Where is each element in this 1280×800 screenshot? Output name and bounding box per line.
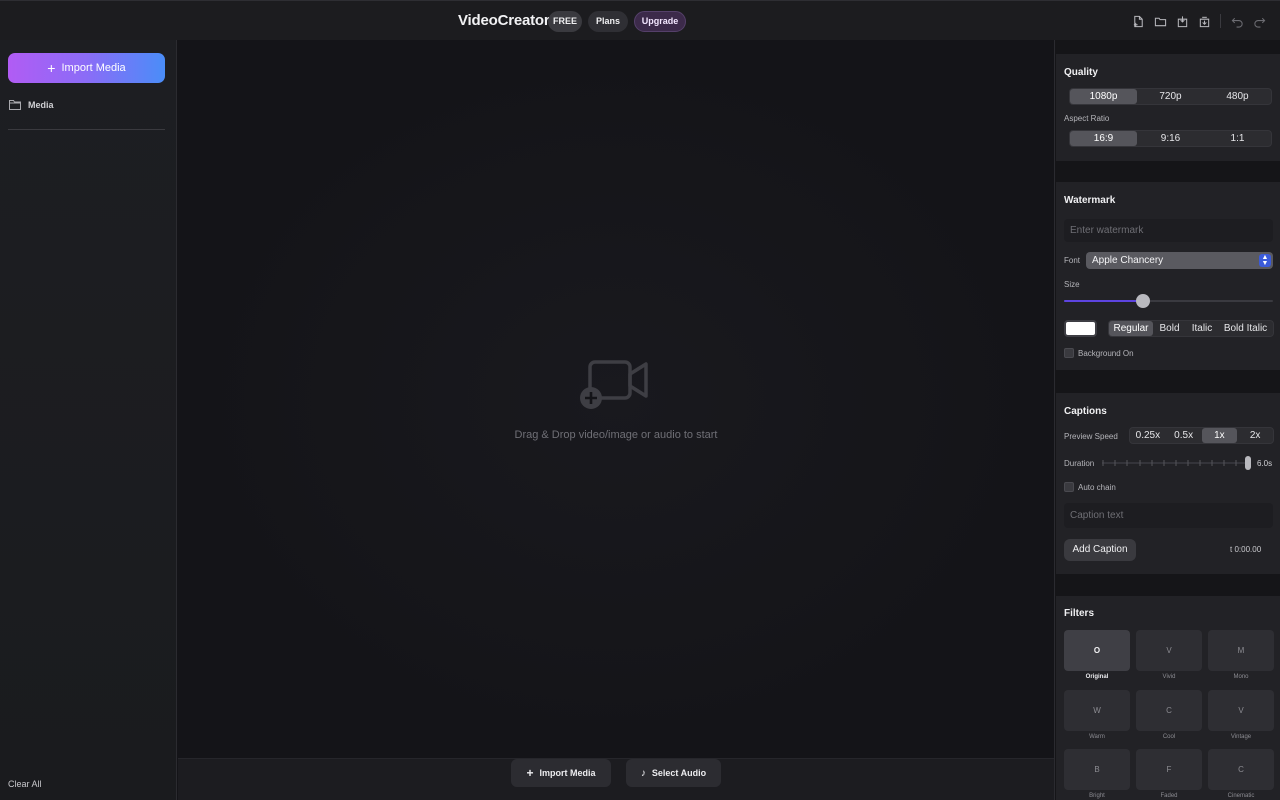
size-label: Size (1064, 280, 1080, 289)
bottom-import-label: Import Media (539, 768, 596, 778)
watermark-card: Watermark (1056, 182, 1280, 370)
app-title: VideoCreator (458, 12, 550, 29)
plus-icon: + (526, 766, 534, 780)
filter-vintage[interactable]: V (1208, 690, 1274, 731)
quality-title: Quality (1064, 67, 1098, 78)
background-on-label: Background On (1078, 349, 1134, 358)
add-video-icon (580, 360, 648, 409)
select-arrows-icon: ▲ ▼ (1259, 254, 1271, 267)
background-on-checkbox[interactable] (1064, 348, 1074, 358)
auto-chain-checkbox[interactable] (1064, 482, 1074, 492)
undo-icon[interactable] (1226, 13, 1248, 29)
filter-mono-label: Mono (1233, 674, 1249, 680)
captions-title: Captions (1064, 406, 1107, 417)
media-folder-item[interactable]: Media (9, 99, 54, 110)
style-bold[interactable]: Bold (1153, 321, 1186, 336)
speed-option-2x[interactable]: 2x (1237, 428, 1273, 443)
filter-warm[interactable]: W (1064, 690, 1130, 731)
filter-mono[interactable]: M (1208, 630, 1274, 671)
aspect-option-9-16[interactable]: 9:16 (1137, 131, 1204, 146)
media-sidebar: + Import Media Media Clear All (0, 40, 177, 800)
font-select-value: Apple Chancery (1092, 255, 1164, 266)
aspect-option-1-1[interactable]: 1:1 (1204, 131, 1271, 146)
caption-timecode: t 0:00.00 (1230, 545, 1262, 554)
speed-option-0-25x[interactable]: 0.25x (1130, 428, 1166, 443)
quality-option-1080p[interactable]: 1080p (1070, 89, 1137, 104)
filter-bright[interactable]: B (1064, 749, 1130, 790)
speed-option-1x[interactable]: 1x (1201, 428, 1238, 443)
auto-chain-label: Auto chain (1078, 483, 1116, 492)
music-note-icon: ♪ (640, 767, 646, 779)
duration-label: Duration (1064, 459, 1095, 468)
filter-warm-label: Warm (1089, 734, 1105, 740)
save-icon[interactable] (1171, 13, 1193, 29)
import-media-label: Import Media (61, 62, 126, 74)
speed-option-0-5x[interactable]: 0.5x (1166, 428, 1202, 443)
filter-vivid[interactable]: V (1136, 630, 1202, 671)
duration-value: 6.0s (1257, 459, 1273, 468)
import-media-button[interactable]: + Import Media (8, 53, 165, 83)
watermark-input[interactable]: Enter watermark (1064, 219, 1273, 242)
size-slider-fill (1064, 300, 1143, 302)
drop-hint: Drag & Drop video/image or audio to star… (514, 429, 718, 441)
quality-option-720p[interactable]: 720p (1137, 89, 1204, 104)
aspect-option-16-9[interactable]: 16:9 (1070, 131, 1137, 146)
upgrade-button[interactable]: Upgrade (634, 11, 686, 32)
watermark-color-swatch[interactable] (1064, 320, 1097, 337)
font-label: Font (1064, 256, 1081, 265)
filter-original[interactable]: O (1064, 630, 1130, 671)
filter-vintage-label: Vintage (1230, 734, 1252, 740)
filter-cool[interactable]: C (1136, 690, 1202, 731)
toolbar-separator (1220, 14, 1221, 28)
preview-speed-selector[interactable]: 0.25x 0.5x 1x 2x (1129, 427, 1274, 444)
bottom-import-media-button[interactable]: + Import Media (511, 759, 611, 787)
open-folder-icon[interactable] (1149, 13, 1171, 29)
select-audio-label: Select Audio (651, 768, 707, 778)
style-italic[interactable]: Italic (1186, 321, 1218, 336)
caption-text-input[interactable]: Caption text (1064, 503, 1273, 528)
free-badge: FREE (548, 11, 582, 32)
duration-slider-knob[interactable] (1245, 456, 1251, 470)
font-select[interactable]: Apple Chancery ▲ ▼ (1086, 252, 1273, 269)
filter-cinematic[interactable]: C (1208, 749, 1274, 790)
quality-option-480p[interactable]: 480p (1204, 89, 1271, 104)
filter-bright-label: Bright (1089, 793, 1105, 799)
top-bar: VideoCreator FREE Plans Upgrade (0, 0, 1280, 40)
style-bold-italic[interactable]: Bold Italic (1218, 321, 1273, 336)
aspect-ratio-selector[interactable]: 16:9 9:16 1:1 (1069, 130, 1272, 147)
filters-title: Filters (1064, 608, 1095, 619)
duration-slider[interactable] (1102, 458, 1248, 468)
filter-vivid-label: Vivid (1162, 674, 1176, 680)
bottom-bar (178, 758, 1054, 800)
toolbar-icons (1127, 13, 1270, 29)
font-style-selector[interactable]: Regular Bold Italic Bold Italic (1108, 320, 1274, 337)
filter-original-label: Original (1085, 674, 1109, 680)
plus-icon: + (47, 60, 56, 76)
preview-speed-label: Preview Speed (1064, 432, 1118, 441)
size-slider-knob[interactable] (1136, 294, 1150, 308)
quality-selector[interactable]: 1080p 720p 480p (1069, 88, 1272, 105)
filter-faded-label: Faded (1160, 793, 1178, 799)
filter-faded[interactable]: F (1136, 749, 1202, 790)
style-regular[interactable]: Regular (1109, 321, 1153, 336)
clear-all-button[interactable]: Clear All (8, 779, 42, 789)
export-icon[interactable] (1193, 13, 1215, 29)
add-caption-button[interactable]: Add Caption (1064, 539, 1136, 561)
filter-cool-label: Cool (1162, 734, 1176, 740)
plans-button[interactable]: Plans (588, 11, 628, 32)
aspect-ratio-label: Aspect Ratio (1064, 114, 1110, 123)
select-audio-button[interactable]: ♪ Select Audio (626, 759, 721, 787)
folder-icon (9, 100, 21, 110)
watermark-title: Watermark (1064, 195, 1116, 206)
new-project-icon[interactable] (1127, 13, 1149, 29)
sidebar-divider (8, 129, 165, 130)
redo-icon[interactable] (1248, 13, 1270, 29)
filter-cinematic-label: Cinematic (1227, 793, 1255, 799)
media-folder-label: Media (28, 99, 54, 110)
